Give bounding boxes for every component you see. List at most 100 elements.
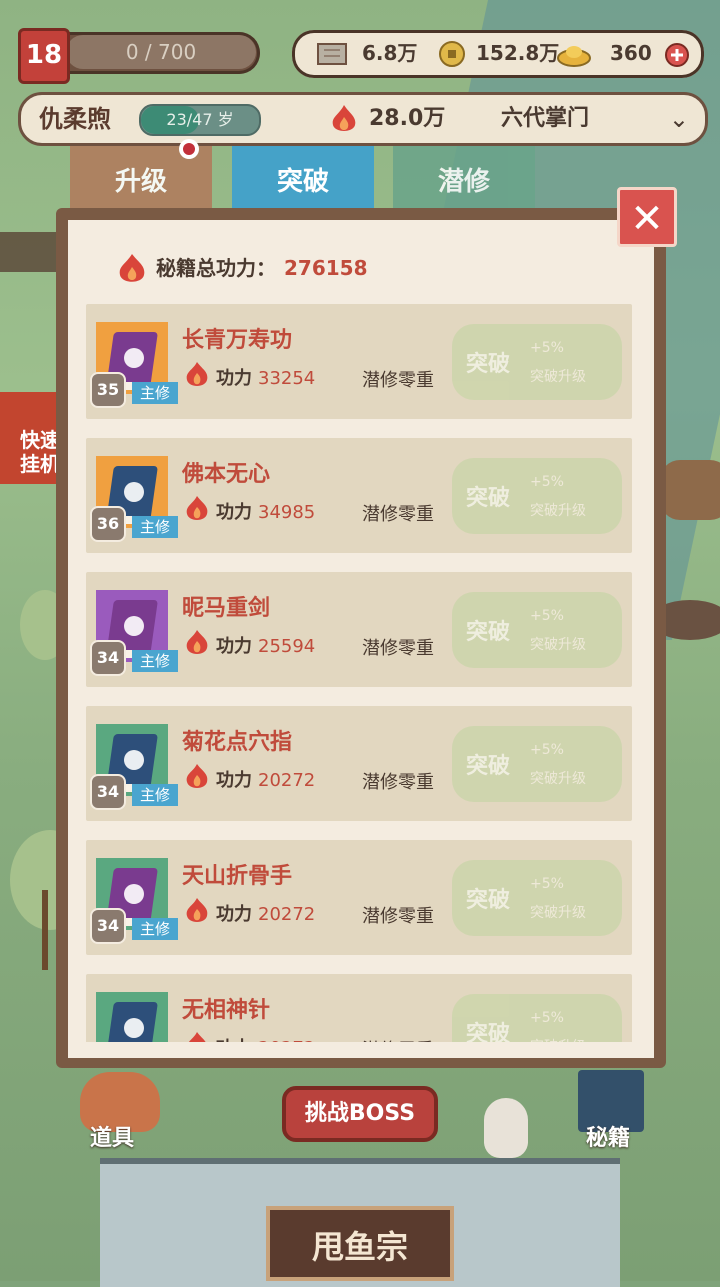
gold-ingot-icon [557,46,591,67]
main-cultivation-tag: 主修 [132,516,178,538]
level-badge: 18 [18,28,70,84]
breakthrough-label: 突破 [466,620,511,645]
book-level: 34 [90,640,126,676]
book-level: 35 [90,372,126,408]
tree-trunk [42,890,48,970]
scroll-icon [317,43,347,65]
coin-amount: 152.8万 [476,41,560,65]
total-power-label: 秘籍总功力： [156,256,276,280]
power-label: 功力 [216,904,252,925]
quick-label-1: 快速 [20,428,60,452]
book-emblem-icon [124,348,144,368]
power-label: 功力 [216,1038,252,1042]
book-power: 功力 25594 [216,632,315,658]
player-power: 28.0万 [369,106,446,131]
fire-icon [332,105,356,131]
add-gold-icon[interactable] [664,42,690,68]
fire-icon [188,1032,206,1042]
cultivation-stage: 潜修零重 [362,772,434,793]
cultivation-stage: 潜修零重 [362,1036,434,1042]
breakthrough-label: 突破 [466,754,511,779]
bonus-percent: +5% [530,340,564,356]
breakthrough-label: 突破 [466,352,511,377]
breakthrough-button[interactable]: 突破 +5% 突破升级 [452,324,622,400]
book-emblem-icon [124,482,144,502]
breakthrough-button[interactable]: 突破 +5% 突破升级 [452,860,622,936]
bonus-desc: 突破升级 [530,369,586,385]
fire-icon [186,630,208,654]
book-power: 功力 34985 [216,498,315,524]
book-power: 功力 20272 [216,1034,315,1042]
book-title: 昵马重剑 [182,596,271,621]
book-list[interactable]: 35 主修 长青万寿功 功力 33254 潜修零重 突破 +5% 突破升级 36 … [68,290,654,1042]
log [660,460,720,520]
power-label: 功力 [216,368,252,389]
power-value: 20272 [258,904,316,925]
book-card[interactable]: 34 主修 昵马重剑 功力 25594 潜修零重 突破 +5% 突破升级 [86,572,632,687]
secret-label[interactable]: 秘籍 [586,1120,630,1152]
book-cover[interactable] [96,992,168,1042]
fire-icon [119,254,145,282]
player-rank: 六代掌门 [501,106,590,131]
breakthrough-button[interactable]: 突破 +5% 突破升级 [452,726,622,802]
bonus-percent: +5% [530,742,564,758]
power-label: 功力 [216,636,252,657]
challenge-boss-button[interactable]: 挑战BOSS [282,1086,438,1142]
breakthrough-label: 突破 [466,1022,511,1042]
breakthrough-button[interactable]: 突破 +5% 突破升级 [452,592,622,668]
gold-amount: 360 [610,41,652,65]
bonus-desc: 突破升级 [530,1036,586,1042]
book-level: 34 [90,774,126,810]
items-label[interactable]: 道具 [90,1120,134,1152]
book-card[interactable]: 34 主修 菊花点穴指 功力 20272 潜修零重 突破 +5% 突破升级 [86,706,632,821]
total-power: 秘籍总功力： 276158 [156,248,368,288]
main-cultivation-tag: 主修 [132,784,178,806]
power-value: 34985 [258,502,316,523]
age-bar: 23/47 岁 [139,104,261,136]
tab-cultivate[interactable]: 潜修 [393,146,535,210]
power-value: 20272 [258,770,316,791]
book-emblem-icon [124,750,144,770]
power-value: 20272 [258,1038,315,1042]
bonus-desc: 突破升级 [530,637,586,653]
main-cultivation-tag: 主修 [132,918,178,940]
age-text: 23/47 岁 [166,110,234,129]
main-cultivation-tag: 主修 [132,382,178,404]
bonus-desc: 突破升级 [530,503,586,519]
book-emblem-icon [124,1018,144,1038]
book-level: 34 [90,908,126,944]
breakthrough-label: 突破 [466,486,511,511]
book-card[interactable]: 34 主修 天山折骨手 功力 20272 潜修零重 突破 +5% 突破升级 [86,840,632,955]
power-label: 功力 [216,770,252,791]
book-emblem-icon [124,884,144,904]
book-title: 天山折骨手 [182,864,293,889]
scroll-amount: 6.8万 [362,41,418,65]
book-power: 功力 20272 [216,766,315,792]
fire-icon [186,898,208,922]
book-card[interactable]: 36 主修 佛本无心 功力 34985 潜修零重 突破 +5% 突破升级 [86,438,632,553]
bonus-desc: 突破升级 [530,905,586,921]
tab-breakthrough[interactable]: 突破 [232,146,374,210]
power-value: 33254 [258,368,316,389]
breakthrough-button[interactable]: 突破 +5% 突破升级 [452,994,622,1042]
fire-icon [186,362,208,386]
notification-dot [179,139,199,159]
bonus-percent: +5% [530,474,564,490]
exp-bar: 0 / 700 [66,35,256,69]
main-cultivation-tag: 主修 [132,650,178,672]
breakthrough-button[interactable]: 突破 +5% 突破升级 [452,458,622,534]
chevron-down-icon[interactable]: ⌄ [669,105,689,133]
book-level: 36 [90,506,126,542]
player-name: 仇柔煦 [39,105,111,133]
close-button[interactable]: ✕ [617,187,677,247]
book-title: 无相神针 [182,998,271,1023]
book-title: 菊花点穴指 [182,730,293,755]
book-card[interactable]: 35 主修 长青万寿功 功力 33254 潜修零重 突破 +5% 突破升级 [86,304,632,419]
sparrow-icon [484,1098,528,1158]
player-info-bar[interactable]: 仇柔煦 23/47 岁 28.0万 六代掌门 ⌄ [18,92,708,146]
book-power: 功力 33254 [216,364,315,390]
book-emblem-icon [124,616,144,636]
book-title: 长青万寿功 [182,328,293,353]
book-card[interactable]: 34 主修 无相神针 功力20272 潜修零重 突破 +5% 突破升级 [86,974,632,1042]
cultivation-stage: 潜修零重 [362,504,434,525]
